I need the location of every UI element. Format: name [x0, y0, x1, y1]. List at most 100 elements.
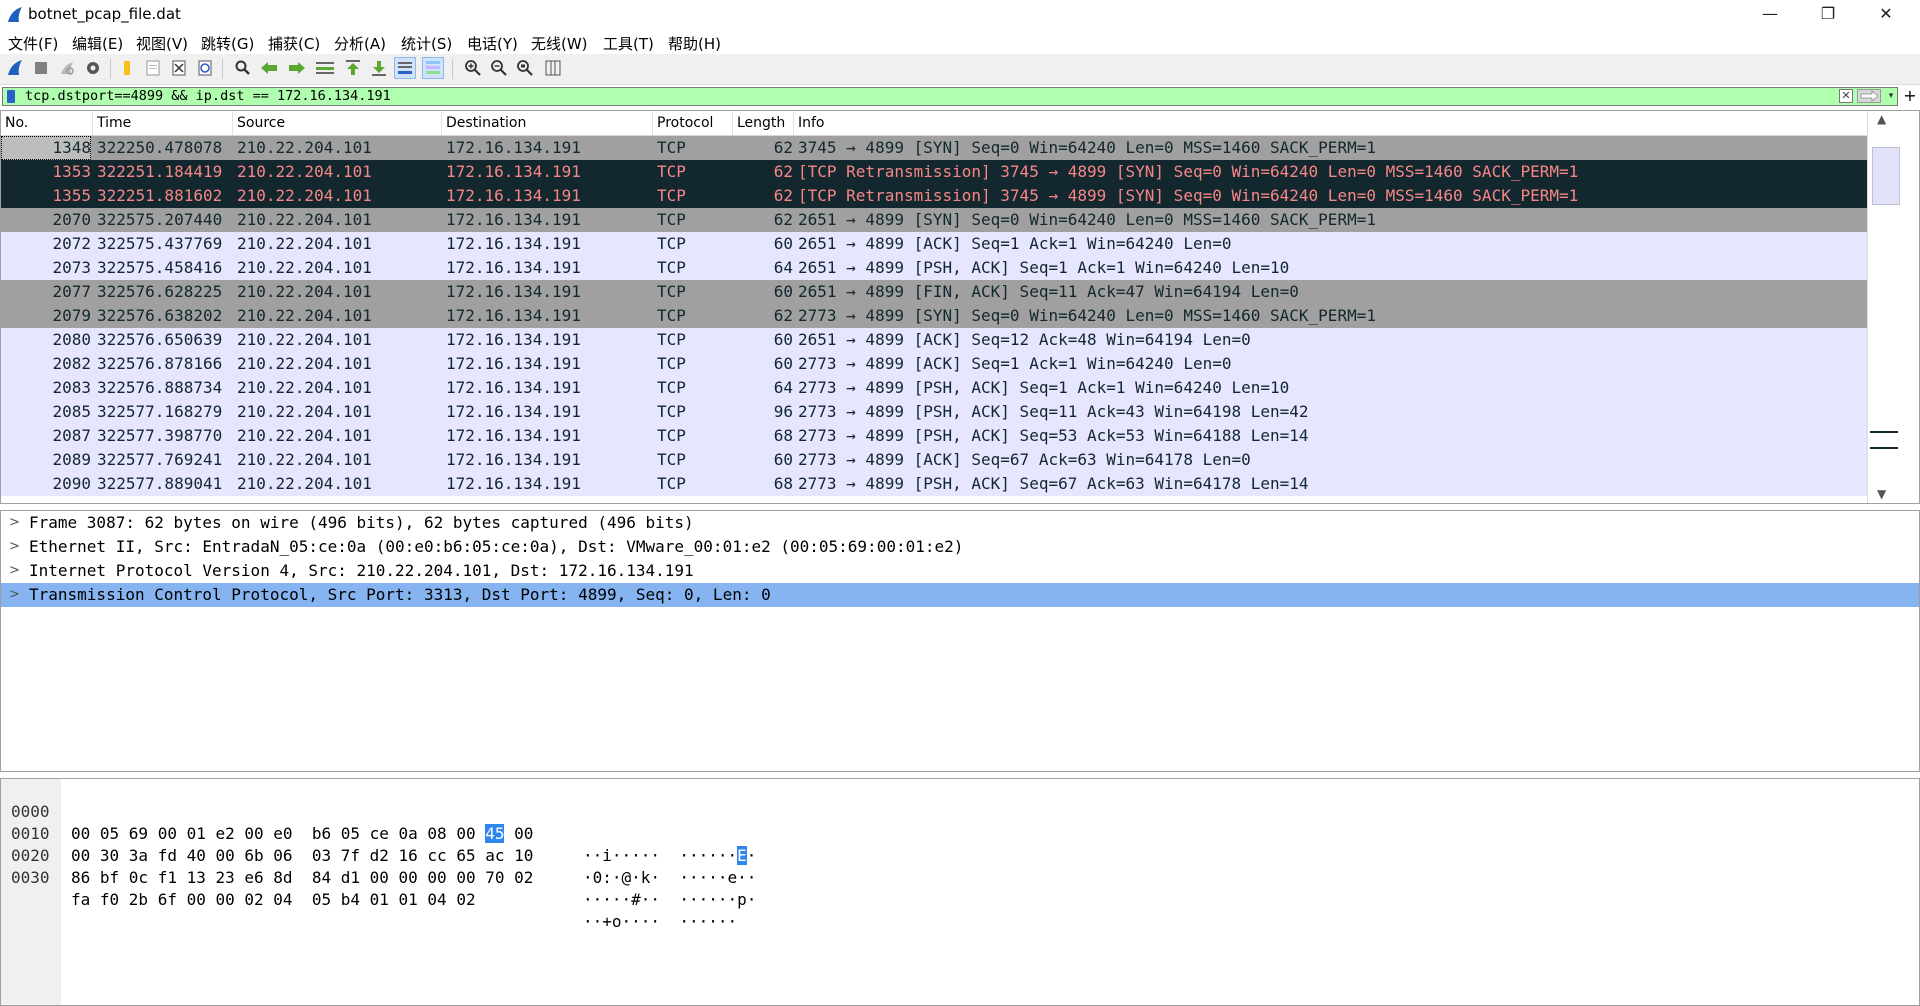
packet-row[interactable]: 1348 322250.478078 210.22.204.101 172.16…	[1, 136, 1867, 160]
packet-list-scrollbar[interactable]: ▲ ▼	[1867, 111, 1900, 503]
zoom-reset-icon[interactable]	[514, 57, 536, 79]
minimize-button[interactable]: —	[1741, 0, 1799, 30]
detail-row-tcp[interactable]: > Transmission Control Protocol, Src Por…	[1, 583, 1919, 607]
close-button[interactable]: ✕	[1857, 0, 1915, 30]
window-title: botnet_pcap_file.dat	[28, 5, 181, 23]
bytes-row[interactable]: 0030 fa f0 2b 6f 00 00 02 04 05 b4 01 01…	[1, 845, 737, 931]
bytes-hex[interactable]: fa f0 2b 6f 00 00 02 04 05 b4 01 01 04 0…	[71, 889, 476, 911]
menu-wireless[interactable]: 无线(W)	[531, 33, 588, 54]
menu-view[interactable]: 视图(V)	[136, 33, 188, 54]
menu-statistics[interactable]: 统计(S)	[401, 33, 452, 54]
menu-tools[interactable]: 工具(T)	[603, 33, 654, 54]
clear-filter-icon[interactable]: ✕	[1839, 89, 1853, 103]
menu-bar: 文件(F) 编辑(E) 视图(V) 跳转(G) 捕获(C) 分析(A) 统计(S…	[0, 30, 1920, 54]
column-header-no[interactable]: No.	[1, 111, 93, 135]
bytes-hex[interactable]: 00 05 69 00 01 e2 00 e0 b6 05 ce 0a 08 0…	[71, 823, 533, 845]
detail-row-ethernet[interactable]: > Ethernet II, Src: EntradaN_05:ce:0a (0…	[1, 535, 1919, 559]
go-last-icon[interactable]	[368, 57, 390, 79]
autoscroll-icon[interactable]	[394, 57, 416, 79]
zoom-out-icon[interactable]	[488, 57, 510, 79]
menu-telephony[interactable]: 电话(Y)	[467, 33, 518, 54]
packet-row[interactable]: 2079 322576.638202 210.22.204.101 172.16…	[1, 304, 1867, 328]
find-icon[interactable]	[232, 57, 254, 79]
apply-filter-arrow-icon[interactable]	[1857, 89, 1881, 103]
packet-row[interactable]: 2087 322577.398770 210.22.204.101 172.16…	[1, 424, 1867, 448]
bytes-row[interactable]: 0010 00 30 3a fd 40 00 6b 06 03 7f d2 16…	[1, 801, 756, 887]
packet-source: 210.22.204.101	[237, 210, 372, 229]
display-filter-value[interactable]: tcp.dstport==4899 && ip.dst == 172.16.13…	[25, 88, 391, 105]
maximize-button[interactable]: ❐	[1799, 0, 1857, 30]
packet-destination: 172.16.134.191	[446, 210, 581, 229]
bytes-hex[interactable]: 00 30 3a fd 40 00 6b 06 03 7f d2 16 cc 6…	[71, 845, 533, 867]
display-filter-input[interactable]: tcp.dstport==4899 && ip.dst == 172.16.13…	[2, 87, 1898, 106]
packet-list-header: No. Time Source Destination Protocol Len…	[1, 111, 1867, 136]
packet-minimap[interactable]	[1870, 129, 1900, 485]
detail-row-frame[interactable]: > Frame 3087: 62 bytes on wire (496 bits…	[1, 511, 1919, 535]
packet-row[interactable]: 1353 322251.184419 210.22.204.101 172.16…	[1, 160, 1867, 184]
packet-destination: 172.16.134.191	[446, 402, 581, 421]
column-header-destination[interactable]: Destination	[442, 111, 653, 135]
packet-destination: 172.16.134.191	[446, 186, 581, 205]
menu-file[interactable]: 文件(F)	[8, 33, 58, 54]
column-header-time[interactable]: Time	[93, 111, 233, 135]
packet-row[interactable]: 2073 322575.458416 210.22.204.101 172.16…	[1, 256, 1867, 280]
go-to-packet-icon[interactable]	[314, 57, 336, 79]
bytes-row[interactable]: 0000 00 05 69 00 01 e2 00 e0 b6 05 ce 0a…	[1, 779, 756, 865]
bytes-ascii[interactable]: ··+o···· ······	[583, 911, 737, 933]
menu-help[interactable]: 帮助(H)	[668, 33, 721, 54]
scrollbar-thumb[interactable]	[1872, 147, 1900, 205]
filter-history-dropdown-icon[interactable]: ▾	[1885, 89, 1897, 103]
packet-no: 1348	[1, 136, 91, 160]
packet-row[interactable]: 2089 322577.769241 210.22.204.101 172.16…	[1, 448, 1867, 472]
go-first-icon[interactable]	[342, 57, 364, 79]
scroll-down-icon[interactable]: ▼	[1877, 487, 1886, 501]
bytes-ascii[interactable]: ·····#·· ······p·	[583, 889, 756, 911]
packet-row[interactable]: 2090 322577.889041 210.22.204.101 172.16…	[1, 472, 1867, 496]
save-file-icon[interactable]	[142, 57, 164, 79]
open-folder-icon[interactable]	[116, 57, 138, 79]
expand-arrow-icon[interactable]: >	[9, 583, 20, 607]
packet-row[interactable]: 2077 322576.628225 210.22.204.101 172.16…	[1, 280, 1867, 304]
menu-capture[interactable]: 捕获(C)	[268, 33, 320, 54]
packet-row[interactable]: 2085 322577.168279 210.22.204.101 172.16…	[1, 400, 1867, 424]
go-forward-icon[interactable]	[286, 57, 308, 79]
stop-icon[interactable]	[30, 57, 52, 79]
detail-row-ipv4[interactable]: > Internet Protocol Version 4, Src: 210.…	[1, 559, 1919, 583]
packet-row[interactable]: 2080 322576.650639 210.22.204.101 172.16…	[1, 328, 1867, 352]
go-back-icon[interactable]	[258, 57, 280, 79]
bytes-ascii[interactable]: ··i····· ······E·	[583, 845, 756, 867]
menu-edit[interactable]: 编辑(E)	[72, 33, 123, 54]
scroll-up-icon[interactable]: ▲	[1877, 112, 1886, 126]
packet-protocol: TCP	[657, 474, 686, 493]
column-header-info[interactable]: Info	[794, 111, 1867, 135]
bytes-ascii[interactable]: ·0:·@·k· ·····e··	[583, 867, 756, 889]
expand-arrow-icon[interactable]: >	[9, 535, 20, 559]
filter-bookmark-icon[interactable]	[7, 90, 15, 103]
packet-row[interactable]: 2083 322576.888734 210.22.204.101 172.16…	[1, 376, 1867, 400]
bytes-row[interactable]: 0020 86 bf 0c f1 13 23 e6 8d 84 d1 00 00…	[1, 823, 756, 909]
menu-analyze[interactable]: 分析(A)	[334, 33, 386, 54]
packet-protocol: TCP	[657, 378, 686, 397]
options-gear-icon[interactable]	[82, 57, 104, 79]
restart-icon[interactable]	[56, 57, 78, 79]
column-header-length[interactable]: Length	[733, 111, 794, 135]
expand-arrow-icon[interactable]: >	[9, 559, 20, 583]
zoom-in-icon[interactable]	[462, 57, 484, 79]
add-filter-button[interactable]: +	[1901, 86, 1919, 106]
expand-arrow-icon[interactable]: >	[9, 511, 20, 535]
hex-part: 00	[504, 824, 534, 843]
column-header-source[interactable]: Source	[233, 111, 442, 135]
packet-row[interactable]: 2070 322575.207440 210.22.204.101 172.16…	[1, 208, 1867, 232]
reload-icon[interactable]	[194, 57, 216, 79]
menu-go[interactable]: 跳转(G)	[201, 33, 254, 54]
bytes-hex[interactable]: 86 bf 0c f1 13 23 e6 8d 84 d1 00 00 00 0…	[71, 867, 533, 889]
packet-row[interactable]: 2082 322576.878166 210.22.204.101 172.16…	[1, 352, 1867, 376]
resize-columns-icon[interactable]	[542, 57, 564, 79]
packet-row[interactable]: 2072 322575.437769 210.22.204.101 172.16…	[1, 232, 1867, 256]
colorize-icon[interactable]	[422, 57, 444, 79]
packet-no: 2077	[52, 282, 91, 301]
close-file-icon[interactable]	[168, 57, 190, 79]
packet-row[interactable]: 1355 322251.881602 210.22.204.101 172.16…	[1, 184, 1867, 208]
shark-fin-start-icon[interactable]	[4, 57, 26, 79]
column-header-protocol[interactable]: Protocol	[653, 111, 733, 135]
